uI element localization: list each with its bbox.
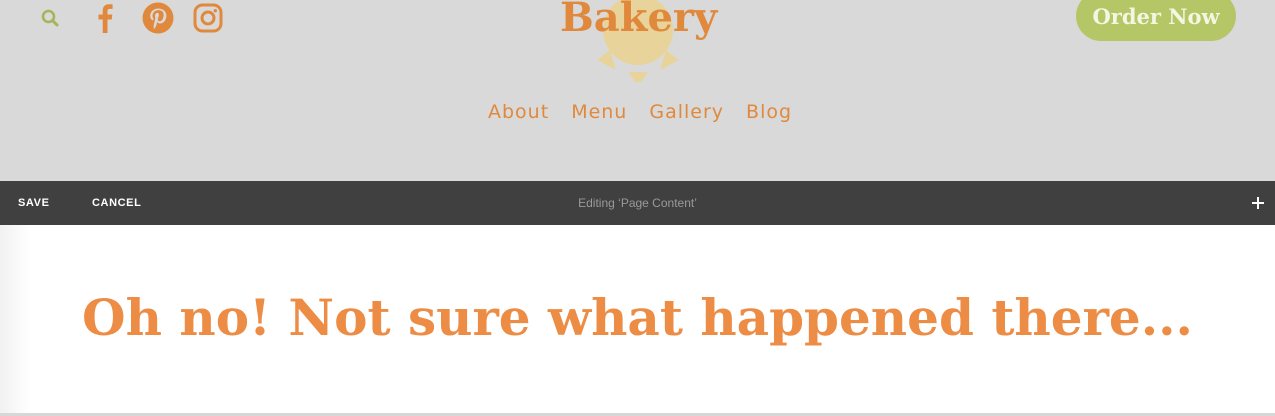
cancel-button[interactable]: CANCEL	[92, 181, 141, 225]
main-nav: About Menu Gallery Blog	[477, 100, 803, 124]
nav-menu[interactable]: Menu	[560, 100, 638, 124]
search-icon[interactable]	[40, 0, 60, 36]
bakery-logo[interactable]: Bakery	[560, 0, 720, 82]
facebook-icon[interactable]	[94, 0, 116, 36]
nav-blog[interactable]: Blog	[735, 100, 803, 124]
nav-about[interactable]: About	[477, 100, 560, 124]
social-links	[40, 0, 224, 36]
site-header: Bakery Order Now About Menu Gallery Blog	[0, 0, 1275, 181]
editing-toolbar: Editing ‘Page Content’ SAVE CANCEL	[0, 181, 1275, 225]
plus-icon[interactable]	[1248, 193, 1268, 213]
editing-status-label: Editing ‘Page Content’	[578, 196, 697, 210]
logo-text: Bakery	[560, 0, 718, 41]
nav-gallery[interactable]: Gallery	[638, 100, 735, 124]
pinterest-icon[interactable]	[142, 0, 174, 36]
page-content[interactable]: Oh no! Not sure what happened there...	[0, 225, 1275, 416]
instagram-icon[interactable]	[192, 0, 224, 36]
error-headline[interactable]: Oh no! Not sure what happened there...	[0, 283, 1275, 353]
order-now-button[interactable]: Order Now	[1076, 0, 1236, 41]
save-button[interactable]: SAVE	[18, 181, 50, 225]
